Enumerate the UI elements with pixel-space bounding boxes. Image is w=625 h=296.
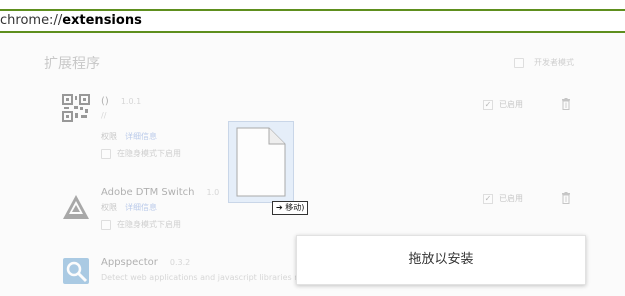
extension-version: 0.3.2 [169,258,191,267]
url-host: extensions [62,13,142,28]
enabled-option[interactable]: ✓ 已启用 [483,193,523,204]
enabled-checkbox[interactable]: ✓ [483,99,493,110]
extension-links: 权限 详细信息 [101,202,157,213]
dragged-file-icon [228,121,294,203]
extension-name: () 1.0.1 [101,96,142,107]
qr-code-icon [62,94,90,122]
drop-to-install-panel[interactable]: 拖放以安装 [296,235,586,285]
details-link[interactable]: 详细信息 [125,203,157,212]
permissions-label: 权限 [101,203,117,212]
extension-links: 权限 详细信息 [101,131,157,142]
file-icon [236,127,286,197]
appspector-icon [63,258,89,284]
extension-version: 1.0 [206,188,220,197]
extension-description: // [101,111,107,120]
enabled-checkbox[interactable]: ✓ [483,193,493,204]
drop-to-install-label: 拖放以安装 [408,252,474,267]
extension-version: 1.0.1 [120,97,142,106]
permissions-label: 权限 [101,132,117,141]
incognito-label: 在隐身模式下启用 [117,220,181,229]
developer-mode-label: 开发者模式 [534,58,574,67]
page-title: 扩展程序 [44,56,100,72]
incognito-option[interactable]: 在隐身模式下启用 [101,219,181,230]
adobe-dtm-icon [63,195,89,219]
developer-mode-toggle[interactable]: 开发者模式 [514,57,574,68]
incognito-label: 在隐身模式下启用 [117,149,181,158]
details-link[interactable]: 详细信息 [125,132,157,141]
enabled-option[interactable]: ✓ 已启用 [483,99,523,110]
incognito-checkbox[interactable] [101,148,111,159]
trash-icon[interactable] [561,192,571,204]
extension-name: Appspector 0.3.2 [101,257,191,268]
incognito-checkbox[interactable] [101,219,111,230]
trash-icon[interactable] [561,98,571,110]
enabled-label: 已启用 [499,194,523,203]
move-cursor-label: ➔ 移动) [272,201,309,215]
url-scheme: chrome:// [0,13,63,28]
enabled-label: 已启用 [499,100,523,109]
address-bar[interactable]: chrome://extensions [0,11,625,31]
developer-mode-checkbox[interactable] [514,57,524,68]
extension-name: Adobe DTM Switch 1.0 [101,187,220,198]
incognito-option[interactable]: 在隐身模式下启用 [101,148,181,159]
